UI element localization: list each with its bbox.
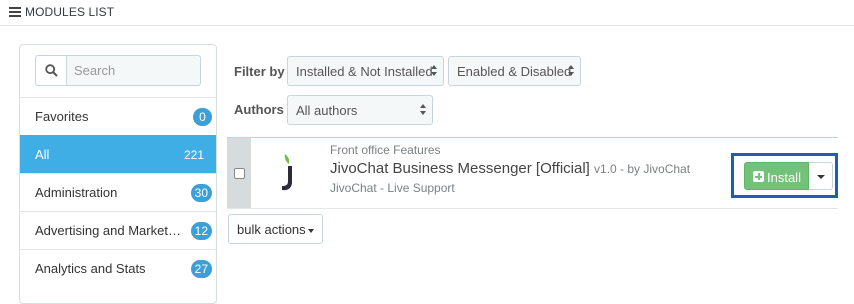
module-description: JivoChat - Live Support [330, 181, 455, 195]
bulk-actions-button[interactable]: bulk actions [228, 214, 323, 244]
bulk-actions-label: bulk actions [237, 222, 306, 237]
category-advertising-and-marketing[interactable]: Advertising and Marketing 12 [20, 211, 216, 249]
module-category: Front office Features [330, 143, 441, 157]
list-icon [9, 7, 21, 17]
search-icon [45, 64, 58, 77]
enable-status-select[interactable]: Enabled & Disabled [448, 56, 581, 86]
search-box [35, 55, 201, 86]
category-label: Administration [35, 185, 118, 200]
category-label: All [35, 147, 50, 162]
install-status-select[interactable]: Installed & Not Installed [287, 56, 444, 86]
install-button-group: Install [731, 153, 838, 198]
search-input[interactable] [67, 56, 200, 85]
jivochat-logo-icon [282, 154, 292, 191]
select-value: Installed & Not Installed [296, 64, 433, 79]
select-arrows-icon [431, 65, 437, 77]
chevron-down-icon [308, 229, 314, 233]
category-sidebar: Favorites 0 All 221 Administration 30 Ad… [19, 44, 217, 304]
authors-select[interactable]: All authors [287, 95, 433, 125]
category-administration[interactable]: Administration 30 [20, 173, 216, 211]
category-label: Analytics and Stats [35, 261, 146, 276]
search-button[interactable] [36, 56, 67, 85]
category-analytics-and-stats[interactable]: Analytics and Stats 27 [20, 249, 216, 287]
select-value: Enabled & Disabled [457, 64, 572, 79]
category-count-badge: 221 [183, 148, 204, 162]
authors-label: Authors [234, 102, 284, 117]
category-all[interactable]: All 221 [20, 135, 216, 173]
category-count-badge: 0 [193, 108, 212, 126]
category-count-badge: 27 [190, 260, 212, 278]
row-checkbox[interactable] [234, 168, 245, 179]
category-favorites[interactable]: Favorites 0 [20, 97, 216, 135]
select-arrows-icon [420, 104, 426, 116]
category-label: Advertising and Marketing [35, 223, 181, 238]
plus-square-icon [753, 171, 764, 182]
category-count-badge: 12 [190, 222, 212, 240]
module-name: JivoChat Business Messenger [Official] [330, 160, 590, 177]
category-label: Favorites [35, 109, 89, 124]
modules-list-header: MODULES LIST [0, 0, 854, 26]
filter-by-label: Filter by [234, 64, 285, 79]
install-button[interactable]: Install [744, 162, 809, 190]
install-options-dropdown[interactable] [809, 162, 833, 190]
module-version: v1.0 - by JivoChat [594, 162, 691, 176]
chevron-down-icon [817, 175, 825, 179]
select-value: All authors [296, 103, 358, 118]
module-name-line: JivoChat Business Messenger [Official] v… [330, 160, 690, 177]
row-select-cell [227, 138, 251, 208]
category-count-badge: 30 [190, 184, 212, 202]
page-title: MODULES LIST [25, 5, 115, 19]
install-label: Install [767, 170, 801, 185]
select-arrows-icon [568, 65, 574, 77]
